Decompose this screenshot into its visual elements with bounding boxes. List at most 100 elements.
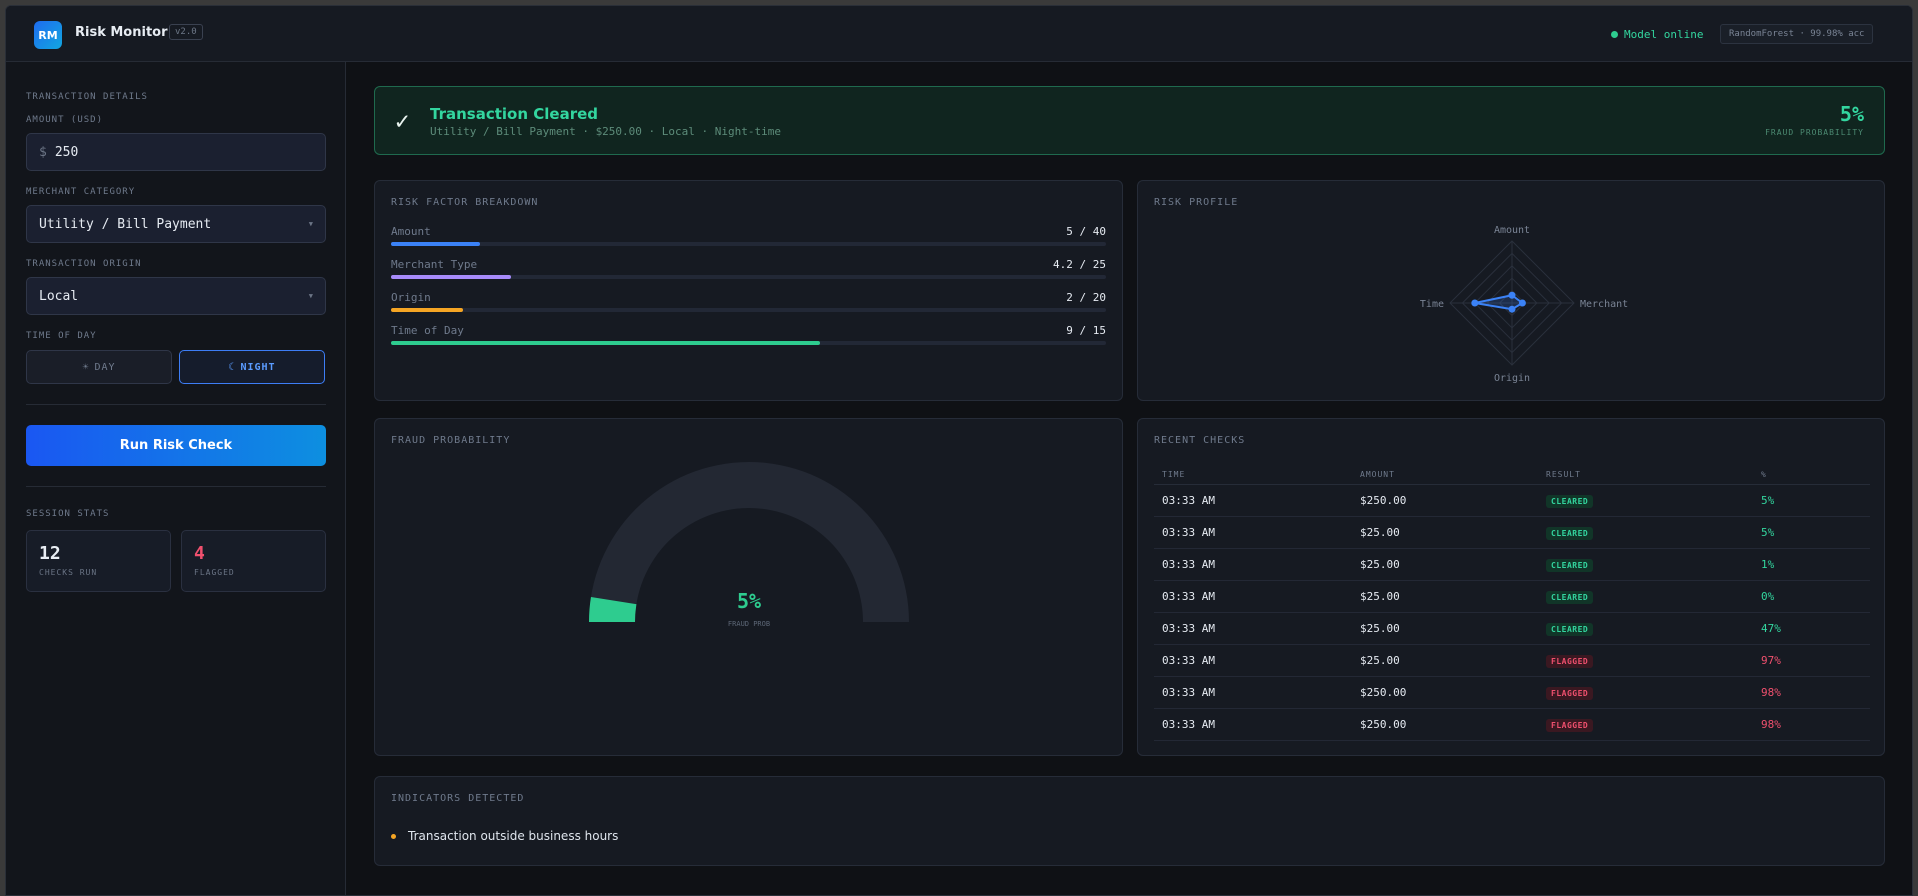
amount-field[interactable]: $ 250: [26, 133, 326, 171]
radar-point: [1518, 299, 1526, 307]
time-cell: 03:33 AM: [1162, 718, 1215, 731]
transaction-origin-value: Local: [39, 288, 79, 304]
night-toggle-button[interactable]: ☾ NIGHT: [179, 350, 325, 384]
table-row[interactable]: 03:33 AM $25.00 CLEARED 5%: [1154, 517, 1870, 549]
status-badge: FLAGGED: [1546, 655, 1594, 668]
percent-cell: 5%: [1761, 526, 1775, 539]
risk-factor-name: Amount: [391, 225, 431, 238]
run-risk-check-button[interactable]: Run Risk Check: [26, 425, 326, 466]
risk-factor-track: [391, 308, 1106, 312]
table-row[interactable]: 03:33 AM $25.00 CLEARED 0%: [1154, 581, 1870, 613]
dollar-prefix: $: [39, 144, 47, 160]
divider: [26, 404, 326, 405]
risk-factor-fill: [391, 341, 820, 345]
amount-cell: $25.00: [1360, 622, 1400, 635]
result-cell: CLEARED: [1546, 526, 1761, 540]
table-row[interactable]: 03:33 AM $25.00 CLEARED 47%: [1154, 613, 1870, 645]
recent-checks-table: TIME AMOUNT RESULT % 03:33 AM $250.00 CLEA…: [1154, 465, 1870, 741]
table-row[interactable]: 03:33 AM $25.00 FLAGGED 97%: [1154, 645, 1870, 677]
time-cell: 03:33 AM: [1162, 526, 1215, 539]
gauge-value: 5%: [737, 589, 761, 613]
percent-cell: 5%: [1761, 494, 1775, 507]
fraud-percent-label: FRAUD PROBABILITY: [1765, 128, 1864, 137]
result-cell: FLAGGED: [1546, 686, 1761, 700]
amount-cell: $25.00: [1360, 590, 1400, 603]
risk-profile-card: RISK PROFILE Amount Merchant Origin Time: [1137, 180, 1885, 401]
status-badge: CLEARED: [1546, 623, 1594, 636]
amount-label: AMOUNT (USD): [26, 115, 104, 125]
indicators-title: INDICATORS DETECTED: [391, 793, 525, 804]
status-badge: CLEARED: [1546, 495, 1594, 508]
amount-cell: $250.00: [1360, 718, 1407, 731]
risk-factor-value: 5 / 40: [1066, 225, 1106, 238]
table-row[interactable]: 03:33 AM $25.00 CLEARED 1%: [1154, 549, 1870, 581]
radar-point: [1508, 291, 1516, 299]
table-row[interactable]: 03:33 AM $250.00 FLAGGED 98%: [1154, 709, 1870, 741]
time-cell: 03:33 AM: [1162, 654, 1215, 667]
risk-profile-radar: Amount Merchant Origin Time: [1420, 225, 1628, 384]
amount-cell: $250.00: [1360, 494, 1407, 507]
flagged-stat: 4 FLAGGED: [181, 530, 326, 592]
radar-axis-label: Merchant: [1580, 299, 1628, 310]
risk-factor-value: 2 / 20: [1066, 291, 1106, 304]
flagged-value: 4: [194, 543, 205, 564]
amount-cell: $25.00: [1360, 654, 1400, 667]
result-cell: CLEARED: [1546, 494, 1761, 508]
app-logo: RM: [34, 21, 62, 49]
fraud-probability-card: FRAUD PROBABILITY 5% FRAUD PROB: [374, 418, 1123, 756]
time-cell: 03:33 AM: [1162, 558, 1215, 571]
risk-factor-name: Time of Day: [391, 324, 464, 337]
table-body: 03:33 AM $250.00 CLEARED 5% 03:33 AM $25.00 CL…: [1154, 485, 1870, 741]
percent-cell: 97%: [1761, 654, 1781, 667]
column-header: TIME: [1162, 470, 1186, 479]
risk-factor-row: Merchant Type 4.2 / 25: [391, 258, 1106, 279]
risk-factor-name: Origin: [391, 291, 431, 304]
indicator-item: Transaction outside business hours: [391, 829, 618, 843]
fraud-percent: 5%: [1839, 102, 1864, 126]
time-cell: 03:33 AM: [1162, 686, 1215, 699]
fraud-gauge: 5% FRAUD PROB: [589, 462, 909, 628]
result-banner: ✓ Transaction Cleared Utility / Bill Pay…: [374, 86, 1885, 155]
radar-point: [1471, 299, 1479, 307]
sidebar: TRANSACTION DETAILS AMOUNT (USD) $ 250 M…: [6, 62, 346, 895]
bullet-icon: [391, 833, 396, 839]
main-content: ✓ Transaction Cleared Utility / Bill Pay…: [347, 62, 1912, 895]
night-toggle-label: NIGHT: [240, 361, 276, 373]
result-cell: CLEARED: [1546, 558, 1761, 572]
recent-checks-card: RECENT CHECKS TIME AMOUNT RESULT % 03:33…: [1137, 418, 1885, 756]
risk-factor-fill: [391, 308, 463, 312]
table-row[interactable]: 03:33 AM $250.00 CLEARED 5%: [1154, 485, 1870, 517]
time-cell: 03:33 AM: [1162, 590, 1215, 603]
result-cell: CLEARED: [1546, 590, 1761, 604]
status-badge: FLAGGED: [1546, 687, 1594, 700]
merchant-category-value: Utility / Bill Payment: [39, 216, 212, 232]
risk-factor-track: [391, 341, 1106, 345]
risk-factor-track: [391, 275, 1106, 279]
radar-series-shape: [1474, 294, 1525, 311]
status-badge: CLEARED: [1546, 591, 1594, 604]
status-badge: CLEARED: [1546, 527, 1594, 540]
risk-factor-card: RISK FACTOR BREAKDOWN Amount 5 / 40 Mercha…: [374, 180, 1123, 401]
version-badge: v2.0: [169, 24, 203, 40]
column-header: RESULT: [1546, 470, 1581, 479]
radar-axis-label: Amount: [1494, 225, 1530, 236]
risk-factor-name: Merchant Type: [391, 258, 478, 271]
merchant-category-select[interactable]: Utility / Bill Payment ▼: [26, 205, 326, 243]
table-row[interactable]: 03:33 AM $250.00 FLAGGED 98%: [1154, 677, 1870, 709]
chevron-down-icon: ▼: [308, 220, 313, 228]
day-toggle-button[interactable]: ☀ DAY: [26, 350, 172, 384]
day-toggle-label: DAY: [94, 361, 116, 373]
risk-factor-row: Time of Day 9 / 15: [391, 324, 1106, 345]
checks-run-stat: 12 CHECKS RUN: [26, 530, 171, 592]
radar-axis-label: Time: [1420, 299, 1444, 310]
top-bar: RM Risk Monitor v2.0 Model online Random…: [6, 6, 1912, 62]
model-status: Model online: [1611, 28, 1703, 41]
radar-point: [1508, 305, 1516, 313]
result-cell: CLEARED: [1546, 622, 1761, 636]
checks-run-value: 12: [39, 543, 61, 564]
column-header: %: [1761, 470, 1767, 479]
divider: [26, 486, 326, 487]
transaction-origin-select[interactable]: Local ▼: [26, 277, 326, 315]
risk-factor-row: Amount 5 / 40: [391, 225, 1106, 246]
status-badge: CLEARED: [1546, 559, 1594, 572]
